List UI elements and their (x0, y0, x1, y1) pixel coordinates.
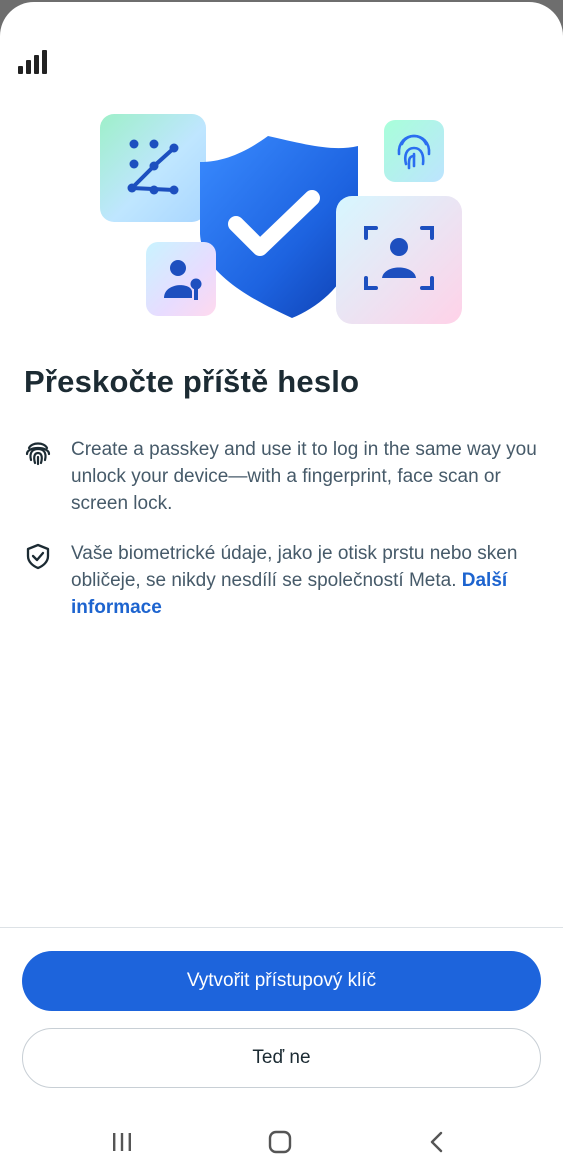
footer-divider (0, 927, 563, 928)
shield-check-icon (26, 543, 50, 570)
biometrics-description: Vaše biometrické údaje, jako je otisk pr… (71, 540, 541, 621)
passkey-description: Create a passkey and use it to log in th… (71, 439, 537, 514)
home-icon[interactable] (260, 1128, 300, 1156)
not-now-button[interactable]: Teď ne (22, 1028, 541, 1088)
shield-check-icon (200, 136, 358, 318)
system-navigation-bar (0, 1112, 563, 1168)
recent-apps-icon[interactable] (102, 1128, 142, 1156)
create-passkey-button[interactable]: Vytvořit přístupový klíč (22, 951, 541, 1011)
pattern-lock-icon (100, 114, 206, 222)
biometrics-text: Vaše biometrické údaje, jako je otisk pr… (71, 543, 518, 591)
user-key-icon (146, 242, 216, 316)
face-scan-icon (336, 196, 462, 324)
fingerprint-icon (25, 442, 51, 466)
signal-bars-icon (18, 50, 47, 74)
passkey-illustration (100, 114, 462, 324)
back-icon[interactable] (417, 1128, 457, 1156)
fingerprint-icon (384, 120, 444, 182)
passkey-sheet: Přeskočte příště heslo Create a passkey … (0, 2, 563, 1168)
page-title: Přeskočte příště heslo (24, 364, 360, 399)
